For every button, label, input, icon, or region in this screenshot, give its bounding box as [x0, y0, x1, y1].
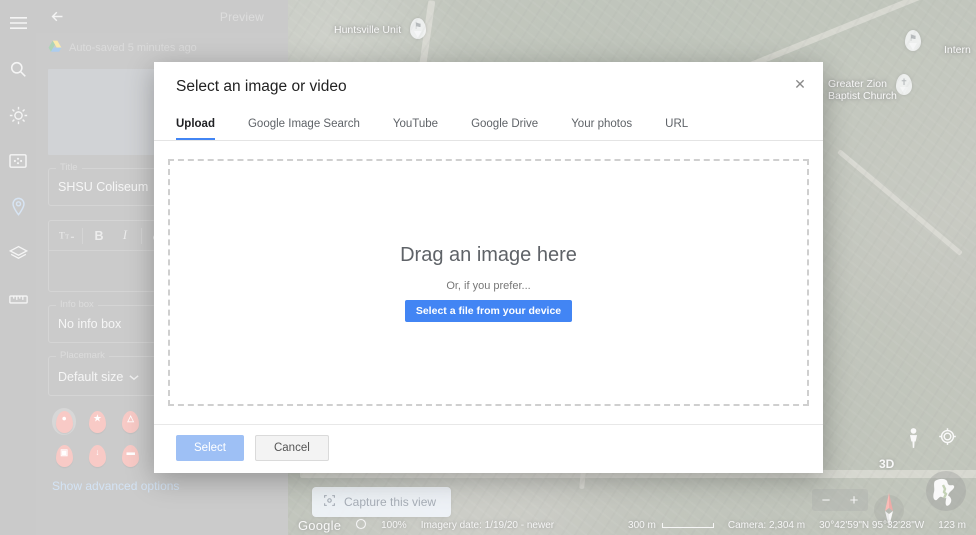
tab-your-photos[interactable]: Your photos	[571, 109, 632, 140]
dialog-body: Drag an image here Or, if you prefer... …	[154, 141, 823, 424]
dialog-title: Select an image or video	[154, 62, 823, 96]
dropzone-heading: Drag an image here	[400, 244, 577, 267]
tab-google-drive[interactable]: Google Drive	[471, 109, 538, 140]
select-image-dialog: Select an image or video ✕ Upload Google …	[154, 62, 823, 473]
tab-youtube[interactable]: YouTube	[393, 109, 438, 140]
file-dropzone[interactable]: Drag an image here Or, if you prefer... …	[168, 159, 809, 406]
select-file-button[interactable]: Select a file from your device	[405, 300, 572, 322]
tab-url[interactable]: URL	[665, 109, 688, 140]
cancel-button[interactable]: Cancel	[255, 435, 329, 461]
select-button[interactable]: Select	[176, 435, 244, 461]
tab-upload[interactable]: Upload	[176, 109, 215, 140]
close-icon[interactable]: ✕	[789, 73, 811, 95]
earth-editor-app: ⚑ Huntsville Unit ⚑ Intern ✝ Greater Zio…	[0, 0, 976, 535]
dialog-footer: Select Cancel	[154, 424, 823, 473]
tab-google-image-search[interactable]: Google Image Search	[248, 109, 360, 140]
dialog-tabs: Upload Google Image Search YouTube Google D…	[154, 109, 823, 141]
dropzone-subtext: Or, if you prefer...	[446, 280, 530, 292]
